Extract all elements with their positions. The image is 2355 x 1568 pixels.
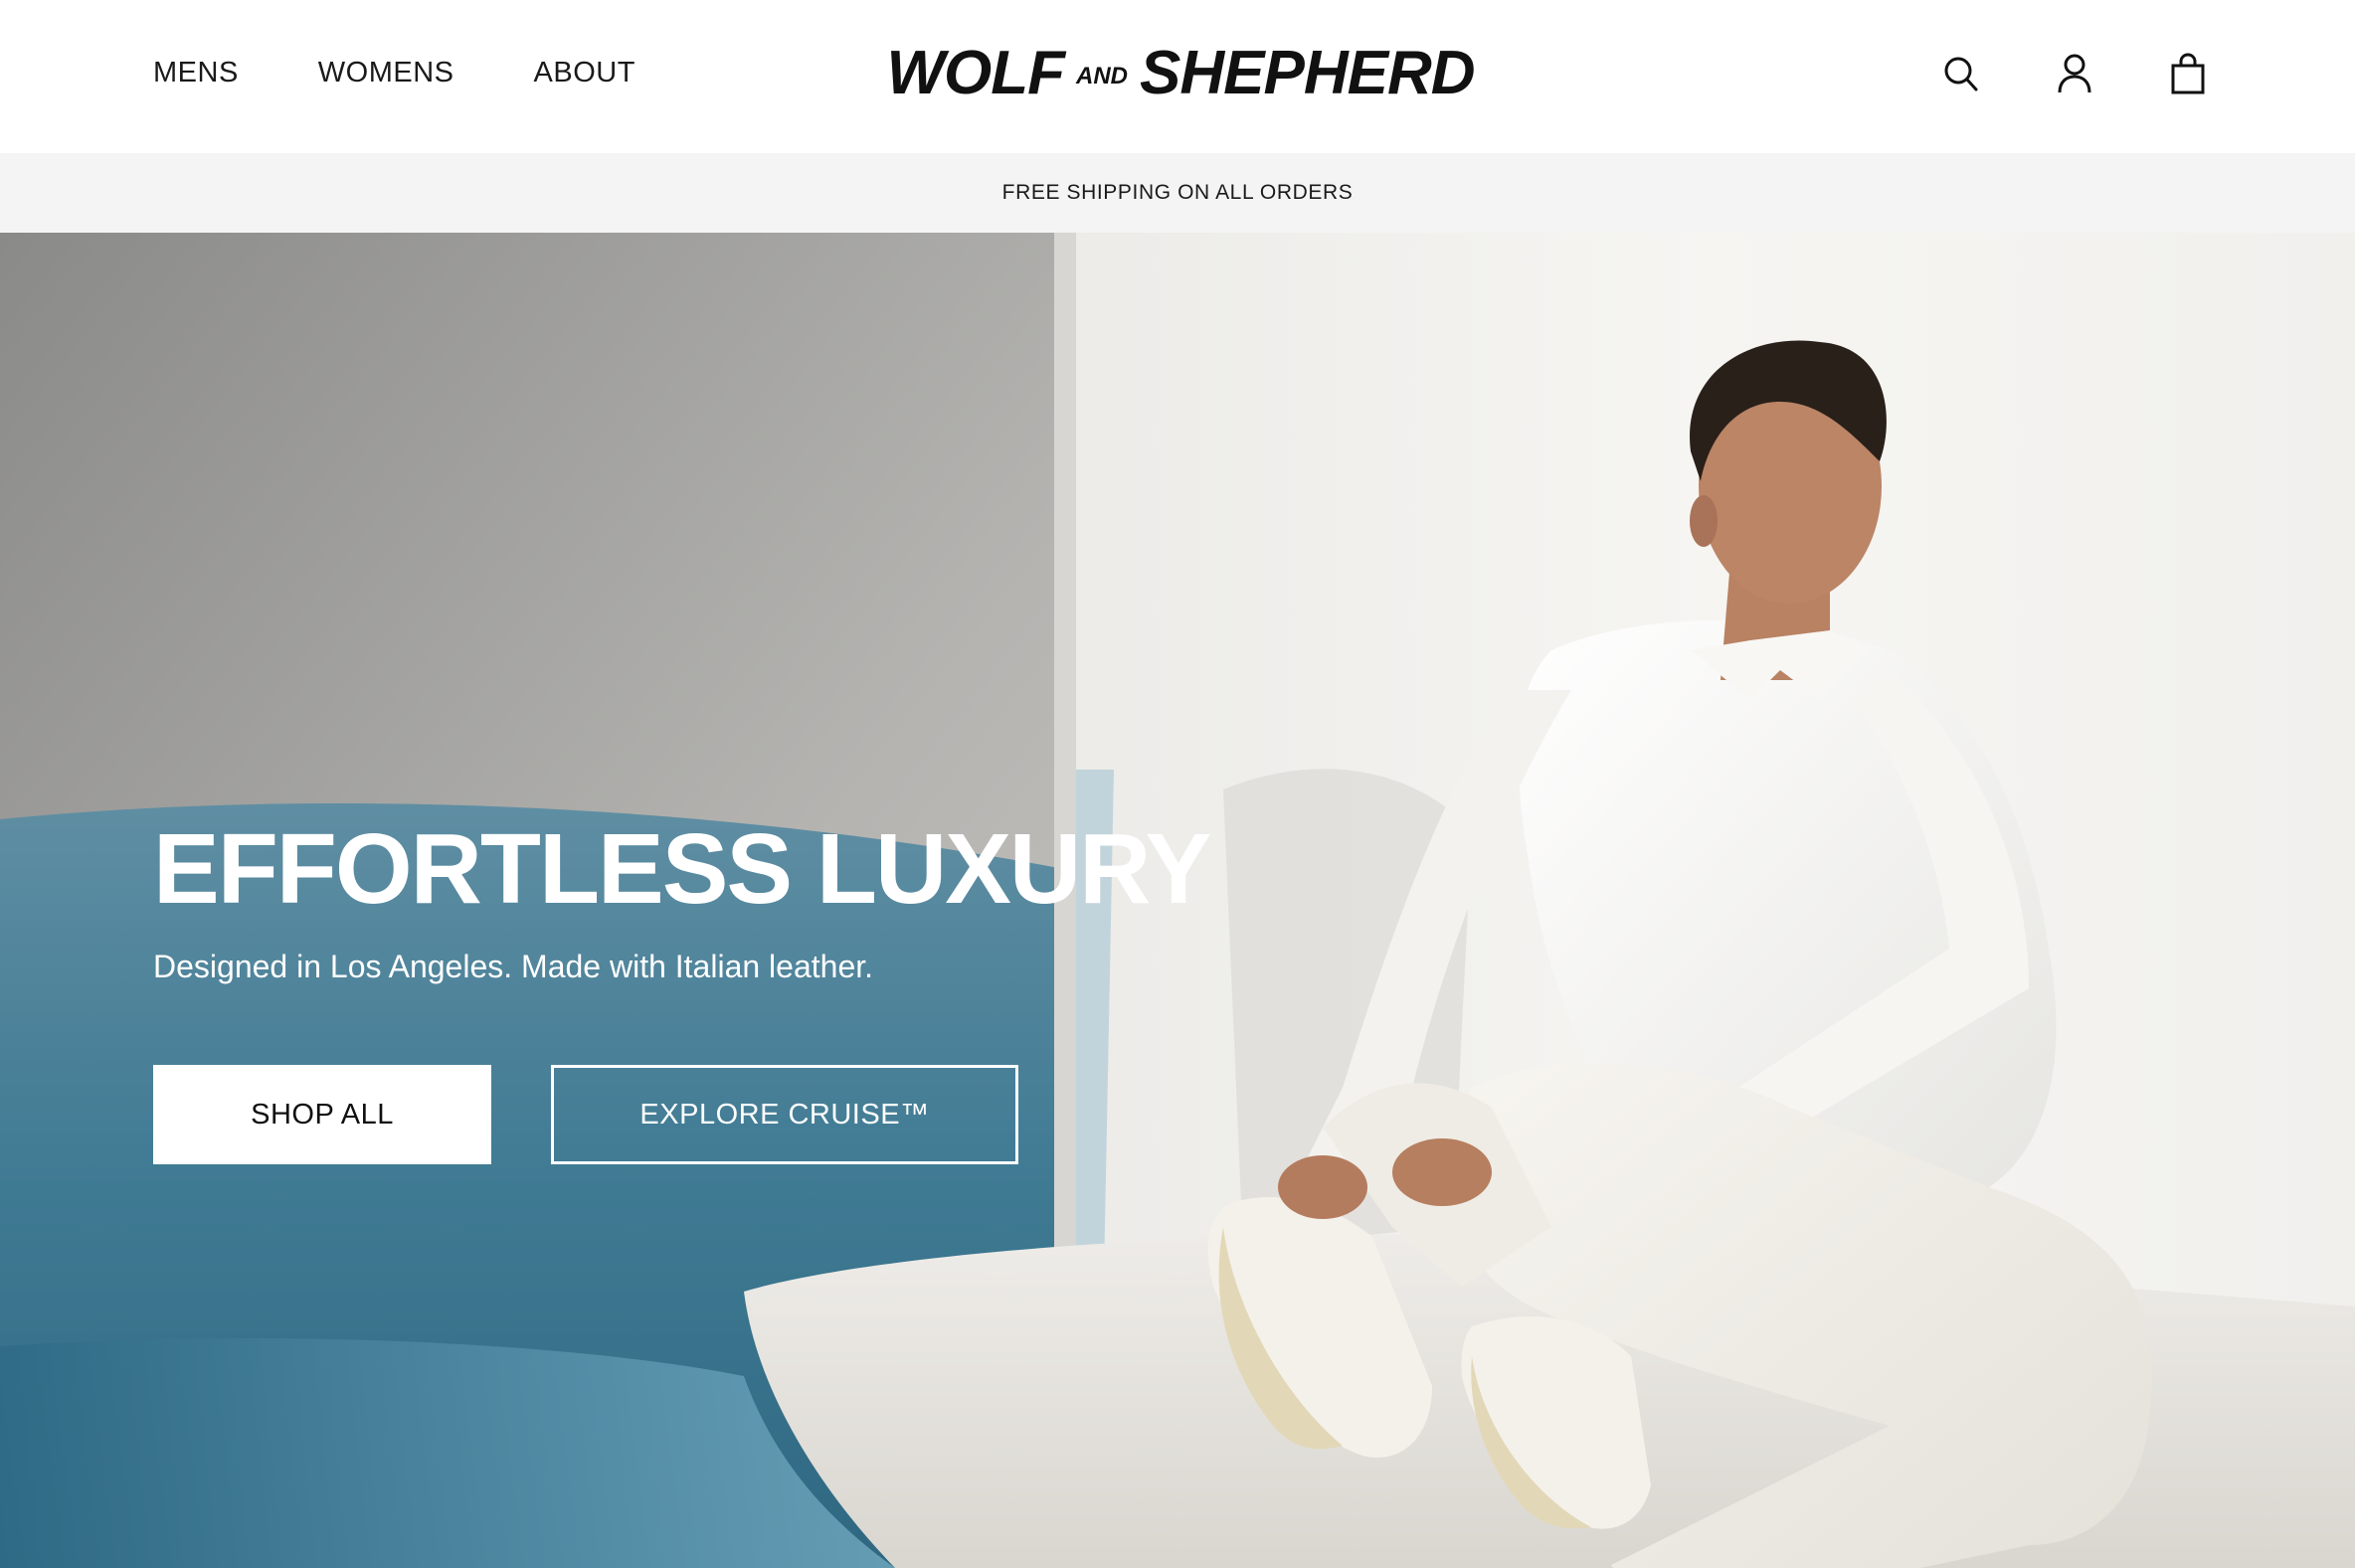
nav-link-mens[interactable]: MENS [153,57,239,89]
header-icons [1941,48,2208,99]
account-icon [2058,54,2091,93]
shopping-bag-icon [2171,53,2205,94]
site-header: MENS WOMENS ABOUT WOLF AND SHEPHERD [0,0,2355,153]
hero-title: EFFORTLESS LUXURY [153,813,1211,925]
announcement-text: FREE SHIPPING ON ALL ORDERS [1001,181,1354,204]
hero-subtitle: Designed in Los Angeles. Made with Itali… [153,949,874,984]
search-button[interactable] [1941,52,1981,95]
main-nav: MENS WOMENS ABOUT [153,50,635,95]
announcement-bar: FREE SHIPPING ON ALL ORDERS [0,153,2355,233]
search-icon [1944,57,1978,91]
logo-word-wolf: WOLF [886,39,1065,107]
nav-link-about[interactable]: ABOUT [534,57,635,89]
hero-content: EFFORTLESS LUXURY Designed in Los Angele… [153,819,1347,1164]
logo-word-shepherd: SHEPHERD [1140,39,1476,107]
logo-word-and: AND [1076,63,1128,89]
brand-logo[interactable]: WOLF AND SHEPHERD [887,40,1476,107]
account-button[interactable] [2055,52,2094,95]
cart-button[interactable] [2168,52,2208,95]
shop-all-button[interactable]: SHOP ALL [153,1065,491,1164]
explore-cruise-button[interactable]: EXPLORE CRUISE™ [551,1065,1018,1164]
hero-buttons: SHOP ALL EXPLORE CRUISE™ [153,1065,1347,1164]
nav-link-womens[interactable]: WOMENS [318,57,454,89]
hero-banner: EFFORTLESS LUXURY Designed in Los Angele… [0,233,2355,1568]
